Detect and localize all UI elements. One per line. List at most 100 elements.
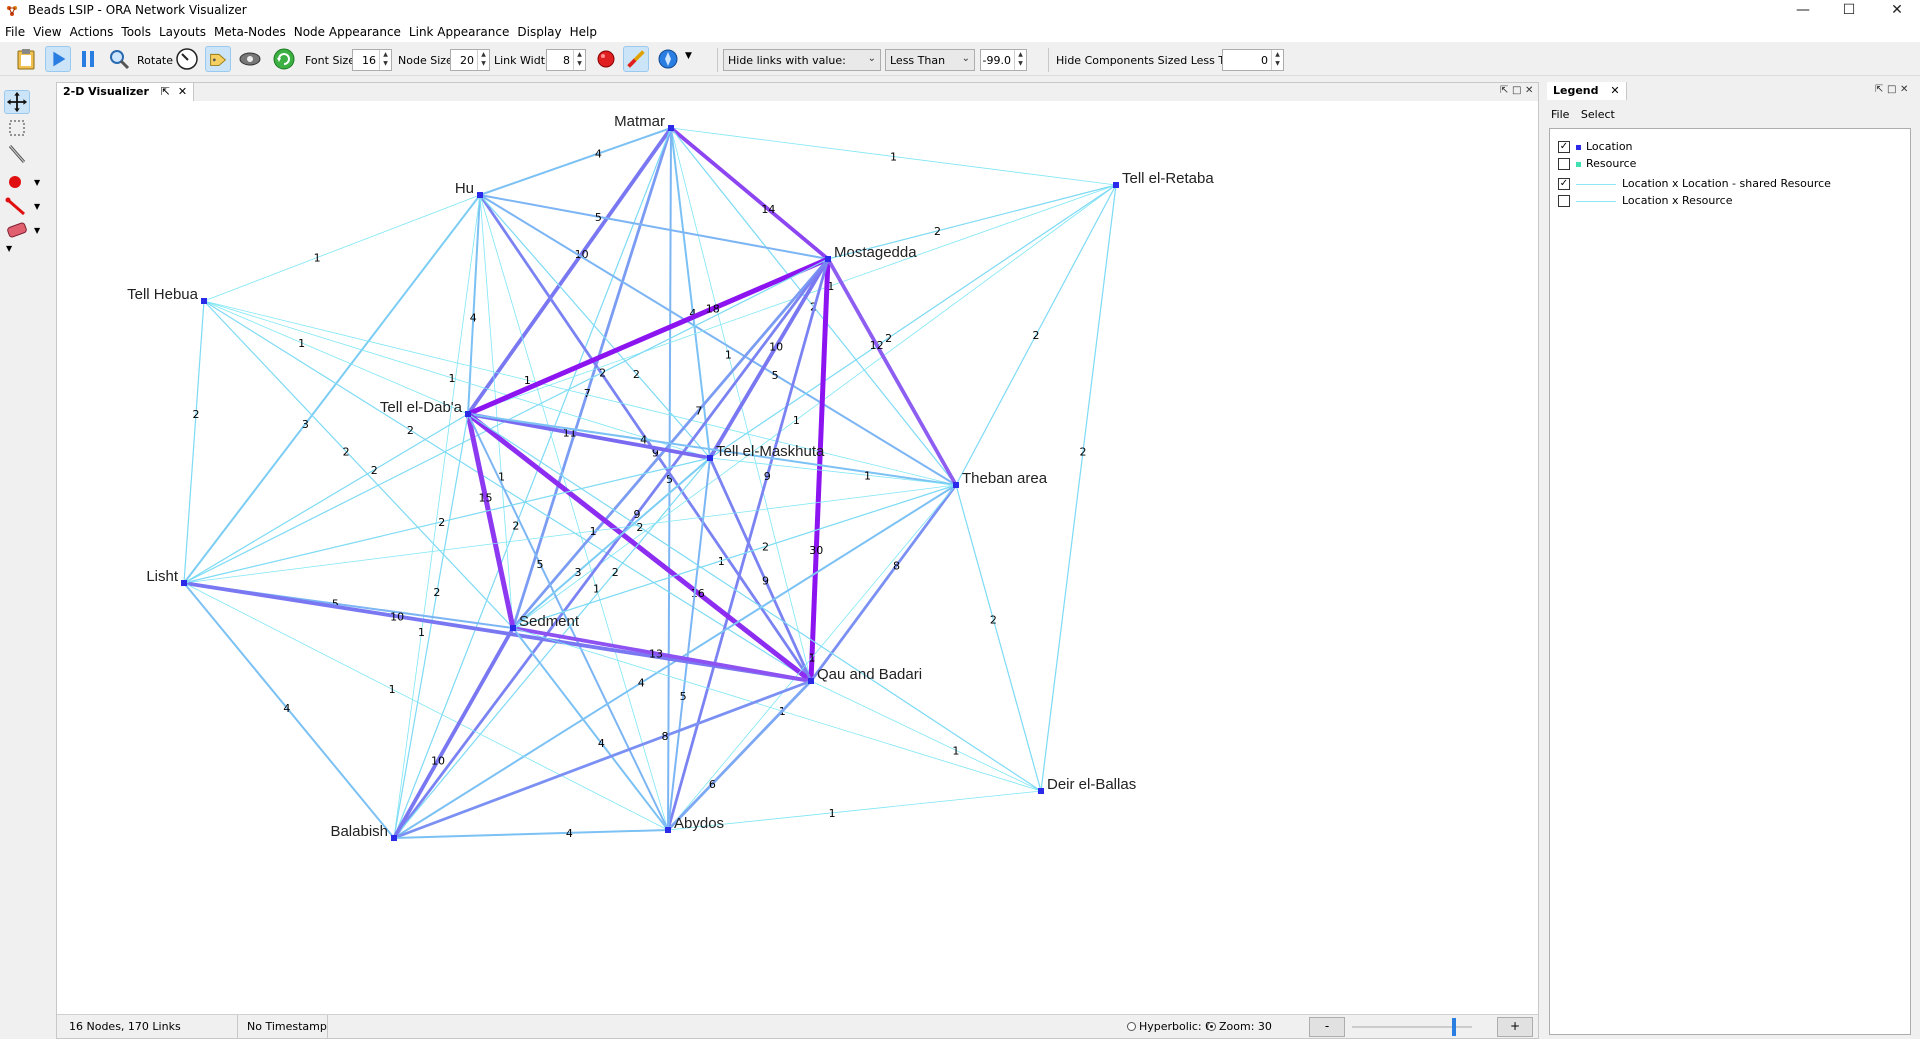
tab-2d-visualizer[interactable]: 2-D Visualizer ⇱ ✕ [57,83,195,101]
graph-link[interactable] [512,484,957,629]
rotate-dial-icon[interactable] [174,46,200,72]
menu-tools[interactable]: Tools [117,22,155,39]
node-color-icon[interactable] [593,46,619,72]
spinner-arrows-icon[interactable]: ▲ ▼ [379,50,391,70]
refresh-icon[interactable] [271,46,297,72]
spinner-arrows-icon[interactable]: ▲ ▼ [573,50,585,70]
node-size-spinner[interactable]: 20 ▲ ▼ [450,49,490,71]
graph-link[interactable] [183,300,205,584]
graph-link[interactable] [512,457,711,629]
graph-link[interactable] [393,127,672,839]
close-panel-icon[interactable]: ✕ [1525,85,1533,96]
network-graph[interactable]: 4114102174525149511213221122211221183012… [57,101,1538,1015]
graph-link[interactable] [393,679,812,840]
add-node-icon[interactable] [4,170,30,194]
menu-help[interactable]: Help [566,22,601,39]
menu-link-appearance[interactable]: Link Appearance [405,22,513,39]
menu-node-appearance[interactable]: Node Appearance [290,22,405,39]
graph-link[interactable] [467,413,1042,792]
link-color-icon[interactable] [623,46,649,72]
minimize-button[interactable]: — [1780,0,1826,22]
close-tab-icon[interactable]: ✕ [1610,84,1619,97]
graph-node-qau[interactable] [808,678,814,684]
graph-link[interactable] [669,126,830,261]
graph-link[interactable] [467,413,957,486]
graph-node-lisht[interactable] [181,580,187,586]
graph-link[interactable] [203,300,469,415]
graph-link[interactable] [1040,184,1117,792]
eraser-icon[interactable] [4,218,30,242]
chevron-down-icon[interactable]: ▼ [6,244,12,253]
graph-link[interactable] [203,300,957,486]
shared-resource-checkbox[interactable]: ✓ [1558,178,1570,190]
menu-file[interactable]: File [0,22,29,39]
link-width-spinner[interactable]: 8 ▲ ▼ [546,49,586,71]
menu-layouts[interactable]: Layouts [155,22,210,39]
close-tab-icon[interactable]: ✕ [178,85,187,98]
zoom-icon[interactable] [106,46,132,72]
chevron-down-icon[interactable]: ▼ [34,226,40,235]
close-panel-icon[interactable]: ✕ [1900,84,1908,95]
globe-icon[interactable] [655,46,681,72]
select-rectangle-icon[interactable] [4,116,30,140]
add-link-icon[interactable] [4,194,30,218]
graph-node-hebua[interactable] [201,298,207,304]
graph-node-maskhuta[interactable] [707,455,713,461]
location-resource-checkbox[interactable] [1558,195,1570,207]
graph-node-hu[interactable] [477,192,483,198]
graph-link[interactable] [826,258,958,486]
maximize-panel-icon[interactable]: □ [1887,84,1896,95]
graph-node-balabish[interactable] [391,835,397,841]
graph-node-daba[interactable] [465,411,471,417]
graph-link[interactable] [512,627,669,831]
graph-link[interactable] [393,829,669,839]
graph-link[interactable] [955,484,1042,792]
location-checkbox[interactable]: ✓ [1558,141,1570,153]
maximize-panel-icon[interactable]: □ [1512,85,1521,96]
pin-icon[interactable]: ⇱ [161,85,170,98]
hide-components-spinner[interactable]: 0 ▲ ▼ [1222,49,1284,71]
graph-link[interactable] [708,457,813,682]
clipboard-icon[interactable] [13,46,39,72]
zoom-radio[interactable] [1207,1022,1216,1031]
legend-menu-select[interactable]: Select [1581,108,1615,121]
chevron-down-icon[interactable]: ▼ [34,178,40,187]
graph-node-deir[interactable] [1038,788,1044,794]
graph-link[interactable] [479,194,514,629]
graph-node-retaba[interactable] [1113,182,1119,188]
play-icon[interactable] [45,46,71,72]
maximize-button[interactable]: ☐ [1826,0,1872,22]
zoom-option[interactable]: Zoom: 30 [1207,1020,1272,1033]
close-button[interactable]: ✕ [1874,0,1920,22]
hide-links-select[interactable]: Hide links with value: ⌄ [723,49,881,71]
graph-node-abydos[interactable] [665,827,671,833]
threshold-spinner[interactable]: -99.0 ▲ ▼ [980,49,1027,71]
spinner-arrows-icon[interactable]: ▲ ▼ [1014,50,1026,70]
graph-link[interactable] [183,413,469,584]
pen-tool-icon[interactable] [4,142,30,166]
hyperbolic-option[interactable]: Hyperbolic: 0 [1127,1020,1212,1033]
zoom-in-button[interactable]: + [1497,1017,1533,1037]
comparison-select[interactable]: Less Than ⌄ [885,49,975,71]
label-tag-icon[interactable] [205,46,231,72]
graph-link[interactable] [709,184,1117,459]
hyperbolic-radio[interactable] [1127,1022,1136,1031]
pin-icon[interactable]: ⇱ [1500,85,1508,96]
graph-link[interactable] [467,194,481,415]
graph-link[interactable] [479,127,672,196]
menu-actions[interactable]: Actions [66,22,118,39]
zoom-slider-thumb[interactable] [1452,1018,1456,1036]
graph-link[interactable] [183,581,812,683]
tab-legend[interactable]: Legend ✕ [1547,82,1627,100]
graph-link[interactable] [809,484,958,682]
layers-eye-icon[interactable] [237,46,263,72]
spinner-arrows-icon[interactable]: ▲ ▼ [477,50,489,70]
graph-link[interactable] [670,127,711,459]
graph-node-theban[interactable] [953,482,959,488]
menu-view[interactable]: View [29,22,65,39]
zoom-out-button[interactable]: - [1309,1017,1345,1037]
graph-link[interactable] [203,300,514,629]
graph-link[interactable] [810,680,1042,792]
resource-checkbox[interactable] [1558,158,1570,170]
pin-icon[interactable]: ⇱ [1875,84,1883,95]
